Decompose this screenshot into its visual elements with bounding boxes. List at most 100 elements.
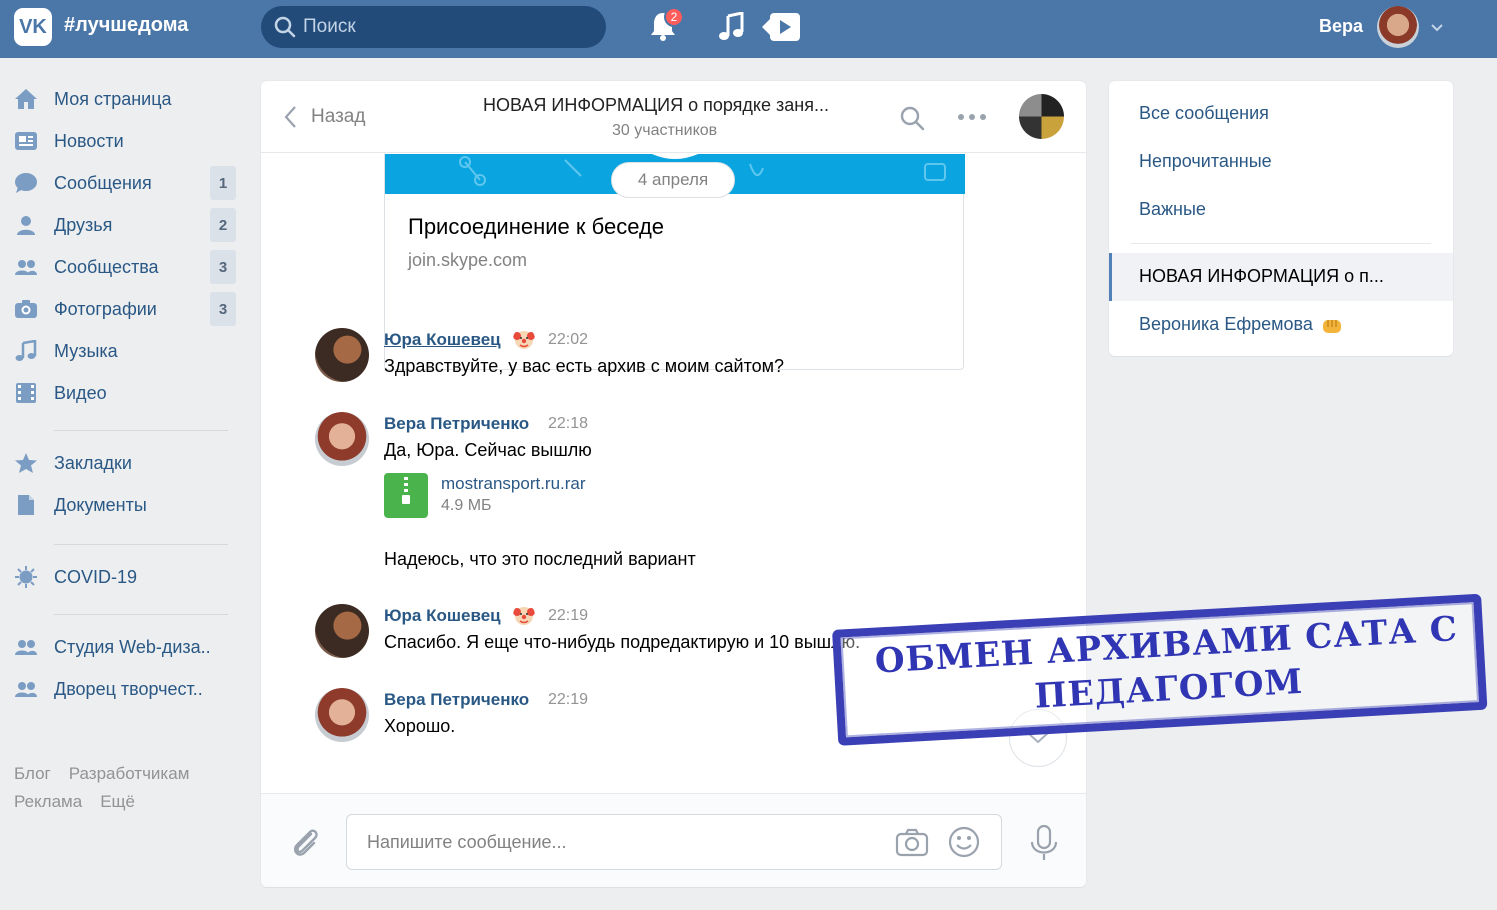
nav-divider: [54, 614, 228, 615]
message-text: Да, Юра. Сейчас вышлю: [384, 440, 592, 460]
camera-icon[interactable]: [895, 827, 929, 857]
sidebar-item-covid[interactable]: COVID-19: [0, 556, 240, 598]
sidebar-item-photos[interactable]: Фотографии 3: [0, 288, 240, 330]
conversation-item-veronika[interactable]: Вероника Ефремова: [1139, 314, 1313, 335]
attachment-name[interactable]: mostransport.ru.rar: [441, 474, 586, 494]
music-icon[interactable]: [718, 12, 746, 42]
footer-link-blog[interactable]: Блог: [14, 764, 51, 783]
message-input-placeholder: Напишите сообщение...: [367, 832, 567, 852]
sidebar-item-communities[interactable]: Сообщества 3: [0, 246, 240, 288]
more-icon[interactable]: [957, 107, 987, 127]
avatar[interactable]: [315, 604, 369, 658]
nav-divider: [54, 544, 228, 545]
notifications-badge: 2: [664, 7, 684, 27]
message-text: Хорошо.: [384, 716, 456, 736]
chat-icon: [15, 173, 37, 193]
player-icon[interactable]: [762, 10, 802, 44]
message-text: Здравствуйте, у вас есть архив с моим са…: [384, 356, 785, 376]
sidebar-item-bookmarks[interactable]: Закладки: [0, 442, 240, 484]
participants-count[interactable]: 30 участников: [612, 122, 717, 140]
message-author[interactable]: Вера Петриченко: [384, 414, 529, 434]
clown-emoji-icon: [513, 607, 535, 625]
home-icon: [15, 89, 37, 109]
vk-logo[interactable]: VK: [14, 8, 52, 46]
avatar[interactable]: [315, 328, 369, 382]
friends-count-badge: 2: [210, 208, 236, 242]
chat-panel: Назад НОВАЯ ИНФОРМАЦИЯ о порядке заня...…: [261, 81, 1086, 887]
friend-icon: [17, 216, 35, 235]
message-text: Спасибо. Я еще что-нибудь подредактирую …: [384, 632, 861, 652]
archive-file-icon[interactable]: [384, 473, 428, 518]
divider: [1131, 243, 1431, 244]
groups-icon: [15, 260, 37, 275]
active-conversation-item[interactable]: НОВАЯ ИНФОРМАЦИЯ о п...: [1109, 253, 1453, 301]
nav-divider: [54, 430, 228, 431]
search-box[interactable]: Поиск: [261, 6, 606, 48]
filter-important[interactable]: Важные: [1139, 199, 1206, 220]
groups-icon: [15, 682, 37, 697]
message-text: Надеюсь, что это последний вариант: [384, 549, 696, 569]
stamp-text: ОБМЕН АРХИВАМИ САТА С ПЕДАГОГОМ: [873, 609, 1459, 717]
filter-all-messages[interactable]: Все сообщения: [1139, 103, 1269, 124]
communities-count-badge: 3: [210, 250, 236, 284]
video-icon: [16, 383, 36, 403]
sidebar-item-studio-web[interactable]: Студия Web-диза..: [0, 626, 240, 668]
top-bar: VK #лучшедома Поиск 2 Вера: [0, 0, 1497, 58]
footer-links-row-2: Реклама Ещё: [14, 792, 153, 812]
music-icon: [15, 340, 37, 361]
link-title[interactable]: Присоединение к беседе: [408, 214, 664, 240]
chevron-left-icon: [284, 106, 296, 128]
message-input[interactable]: Напишите сообщение...: [346, 814, 1002, 870]
chat-header: Назад НОВАЯ ИНФОРМАЦИЯ о порядке заня...…: [261, 81, 1086, 153]
groups-icon: [15, 640, 37, 655]
smile-icon[interactable]: [947, 825, 981, 859]
sidebar-item-friends[interactable]: Друзья 2: [0, 204, 240, 246]
conversation-filters: Все сообщения Непрочитанные Важные НОВАЯ…: [1109, 81, 1453, 356]
filter-unread[interactable]: Непрочитанные: [1139, 151, 1272, 172]
conversation-title[interactable]: НОВАЯ ИНФОРМАЦИЯ о порядке заня...: [483, 95, 829, 116]
message-composer: Напишите сообщение...: [261, 793, 1086, 887]
photos-count-badge: 3: [210, 292, 236, 326]
search-icon[interactable]: [899, 105, 925, 131]
search-icon: [274, 16, 296, 38]
message-author[interactable]: Юра Кошевец: [384, 330, 501, 350]
avatar[interactable]: [315, 412, 369, 466]
message-author[interactable]: Юра Кошевец: [384, 606, 501, 626]
footer-link-more[interactable]: Ещё: [100, 792, 135, 811]
camera-icon: [15, 300, 37, 318]
hashtag-label[interactable]: #лучшедома: [64, 14, 188, 37]
link-url[interactable]: join.skype.com: [408, 250, 527, 271]
news-icon: [15, 132, 37, 150]
messages-count-badge: 1: [210, 166, 236, 200]
user-avatar[interactable]: [1377, 6, 1419, 48]
footer-link-ads[interactable]: Реклама: [14, 792, 82, 811]
star-icon: [15, 453, 37, 473]
virus-icon: [15, 566, 37, 588]
zip-icon: [402, 477, 410, 504]
chevron-down-icon[interactable]: [1430, 20, 1444, 34]
paperclip-icon[interactable]: [289, 824, 321, 860]
sidebar-item-news[interactable]: Новости: [0, 120, 240, 162]
sidebar-item-palace[interactable]: Дворец творчест..: [0, 668, 240, 710]
sidebar-item-music[interactable]: Музыка: [0, 330, 240, 372]
microphone-icon[interactable]: [1029, 824, 1059, 862]
message-time[interactable]: 22:19: [548, 691, 588, 709]
message-author[interactable]: Вера Петриченко: [384, 690, 529, 710]
fist-emoji-icon: [1323, 320, 1341, 333]
sidebar-item-messages[interactable]: Сообщения 1: [0, 162, 240, 204]
message-time[interactable]: 22:19: [548, 607, 588, 625]
footer-link-developers[interactable]: Разработчикам: [69, 764, 190, 783]
footer-links-row-1: Блог Разработчикам: [14, 764, 207, 784]
avatar[interactable]: [315, 688, 369, 742]
back-button[interactable]: Назад: [283, 105, 365, 129]
document-icon: [18, 495, 34, 515]
user-name[interactable]: Вера: [1319, 16, 1363, 37]
search-input[interactable]: Поиск: [303, 16, 356, 38]
attachment-size: 4.9 МБ: [441, 497, 492, 514]
conversation-avatar[interactable]: [1019, 94, 1064, 139]
sidebar-item-my-page[interactable]: Моя страница: [0, 78, 240, 120]
sidebar-item-video[interactable]: Видео: [0, 372, 240, 414]
sidebar-item-documents[interactable]: Документы: [0, 484, 240, 526]
message-time[interactable]: 22:18: [548, 415, 588, 433]
message-time[interactable]: 22:02: [548, 331, 588, 349]
